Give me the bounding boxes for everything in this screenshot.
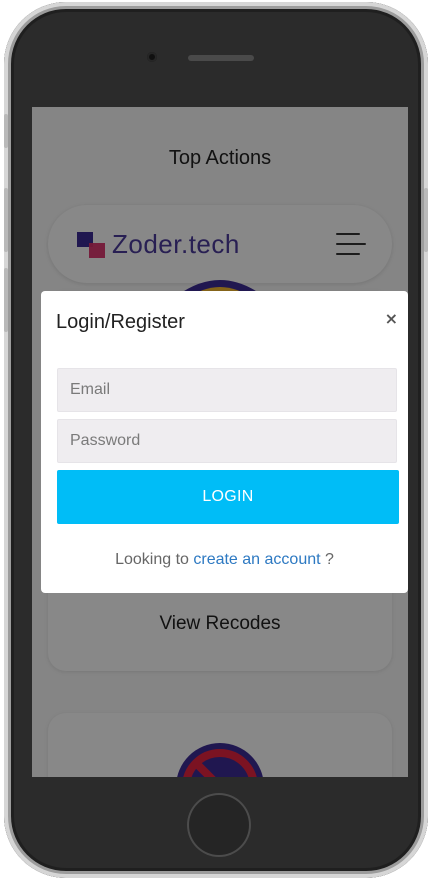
mute-switch <box>4 114 8 148</box>
volume-down-button <box>4 268 8 332</box>
modal-title: Login/Register <box>56 311 185 333</box>
front-camera <box>147 52 157 62</box>
phone-frame: Top Actions Zoder.tech View Recodes Logi… <box>4 2 428 878</box>
register-prompt-prefix: Looking to <box>115 551 194 568</box>
register-prompt-suffix: ? <box>320 551 334 568</box>
password-field[interactable] <box>57 419 397 463</box>
home-button[interactable] <box>187 793 251 857</box>
login-modal: Login/Register × LOGIN Looking to create… <box>41 291 408 593</box>
email-field[interactable] <box>57 368 397 412</box>
screen: Top Actions Zoder.tech View Recodes Logi… <box>32 107 408 777</box>
create-account-link[interactable]: create an account <box>193 551 320 568</box>
close-icon[interactable]: × <box>385 309 398 328</box>
volume-up-button <box>4 188 8 252</box>
login-button[interactable]: LOGIN <box>57 470 399 524</box>
earpiece-speaker <box>188 55 254 61</box>
power-button <box>424 188 428 252</box>
register-prompt: Looking to create an account ? <box>41 551 408 569</box>
